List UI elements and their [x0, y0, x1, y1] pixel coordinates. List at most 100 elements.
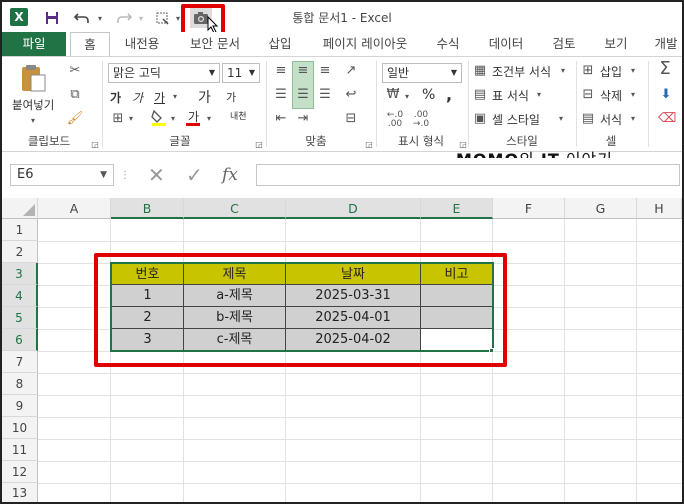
border-dropdown-icon[interactable]: ▾	[126, 111, 136, 127]
formula-input[interactable]	[256, 164, 680, 186]
cell-styles-icon[interactable]: ▣	[472, 111, 488, 127]
paste-dropdown-icon[interactable]: ▾	[28, 113, 38, 129]
format-as-table-button[interactable]: 표 서식	[492, 87, 529, 104]
grow-font-button[interactable]: 가	[198, 87, 211, 107]
increase-decimal-icon[interactable]: ←.0.00	[384, 111, 406, 129]
column-header-d[interactable]: D	[286, 198, 421, 219]
row-header-8[interactable]: 8	[2, 373, 38, 395]
row-header-4[interactable]: 4	[2, 285, 38, 307]
tab-developer[interactable]: 개발	[650, 32, 682, 56]
insert-function-icon[interactable]: fx	[222, 165, 238, 185]
column-header-a[interactable]: A	[38, 198, 111, 219]
font-launcher-icon[interactable]: ◲	[254, 137, 264, 153]
delete-dropdown-icon[interactable]: ▾	[628, 87, 638, 103]
row-header-13[interactable]: 13	[2, 483, 38, 502]
conditional-format-icon[interactable]: ▦	[472, 63, 488, 79]
font-color-dropdown-icon[interactable]: ▾	[204, 111, 214, 127]
column-header-g[interactable]: G	[565, 198, 637, 219]
cell-styles-dropdown-icon[interactable]: ▾	[556, 111, 566, 127]
format-cells-button[interactable]: 서식	[600, 111, 622, 128]
copy-icon[interactable]: ⧉	[66, 87, 84, 103]
tab-review[interactable]: 검토	[546, 32, 582, 56]
number-format-select[interactable]: 일반 ▼	[382, 63, 462, 83]
fill-color-dropdown-icon[interactable]: ▾	[168, 111, 178, 127]
cut-icon[interactable]: ✂	[66, 63, 84, 79]
percent-button[interactable]: %	[422, 87, 435, 103]
tab-data[interactable]: 데이터	[484, 32, 528, 56]
select-all-corner[interactable]	[2, 198, 38, 219]
italic-button[interactable]: 가	[132, 89, 143, 106]
delete-cells-icon[interactable]: ⊟	[580, 87, 596, 103]
insert-cells-button[interactable]: 삽입	[600, 63, 622, 80]
conditional-dropdown-icon[interactable]: ▾	[558, 63, 568, 79]
column-header-b[interactable]: B	[111, 198, 184, 219]
row-header-10[interactable]: 10	[2, 417, 38, 439]
fill-color-icon[interactable]	[150, 109, 168, 132]
orientation-icon[interactable]: ↗	[342, 63, 360, 79]
column-header-h[interactable]: H	[637, 198, 682, 219]
align-center-icon[interactable]: ☰	[294, 87, 312, 103]
row-header-5[interactable]: 5	[2, 307, 38, 329]
font-name-select[interactable]: 맑은 고딕 ▼	[108, 63, 220, 83]
tab-page-layout[interactable]: 페이지 레이아웃	[314, 32, 416, 56]
currency-icon[interactable]: ₩	[384, 87, 402, 103]
increase-indent-icon[interactable]: ⇥	[294, 111, 312, 127]
format-painter-icon[interactable]: 🖌	[66, 111, 84, 127]
cancel-icon[interactable]: ✕	[148, 163, 165, 187]
align-top-icon[interactable]: ≡	[272, 63, 290, 79]
font-size-select[interactable]: 11 ▼	[222, 63, 260, 83]
tab-formulas[interactable]: 수식	[430, 32, 466, 56]
delete-cells-button[interactable]: 삭제	[600, 87, 622, 104]
spreadsheet-grid[interactable]: A B C D E F G H 1 2 3 4 5 6 7 8 9 10 11 …	[2, 198, 682, 502]
comma-button[interactable]: ,	[446, 85, 452, 104]
table-dropdown-icon[interactable]: ▾	[534, 87, 544, 103]
format-dropdown-icon[interactable]: ▾	[628, 111, 638, 127]
shrink-font-button[interactable]: 가	[226, 89, 236, 105]
row-header-12[interactable]: 12	[2, 461, 38, 483]
column-header-f[interactable]: F	[493, 198, 565, 219]
tab-security[interactable]: 보안 문서	[182, 32, 248, 56]
align-left-icon[interactable]: ☰	[272, 87, 290, 103]
row-header-2[interactable]: 2	[2, 241, 38, 263]
border-icon[interactable]: ⊞	[110, 111, 126, 127]
insert-dropdown-icon[interactable]: ▾	[628, 63, 638, 79]
align-bottom-icon[interactable]: ≡	[316, 63, 334, 79]
bold-button[interactable]: 가	[110, 89, 121, 106]
clipboard-launcher-icon[interactable]: ◲	[90, 137, 100, 153]
autosum-icon[interactable]: Σ	[656, 60, 674, 78]
name-box[interactable]: E6 ▼	[10, 164, 114, 186]
insert-cells-icon[interactable]: ⊞	[580, 63, 596, 79]
align-middle-icon[interactable]: ≡	[294, 63, 312, 79]
fill-icon[interactable]: ⬇	[658, 87, 674, 103]
row-header-7[interactable]: 7	[2, 351, 38, 373]
decrease-decimal-icon[interactable]: .00 →.0	[410, 111, 432, 129]
underline-dropdown-icon[interactable]: ▾	[170, 89, 180, 105]
tab-view[interactable]: 보기	[598, 32, 634, 56]
column-header-e[interactable]: E	[421, 198, 493, 219]
row-header-1[interactable]: 1	[2, 219, 38, 241]
format-table-icon[interactable]: ▤	[472, 87, 488, 103]
row-header-9[interactable]: 9	[2, 395, 38, 417]
paste-icon[interactable]	[18, 63, 48, 93]
column-header-c[interactable]: C	[184, 198, 286, 219]
row-header-3[interactable]: 3	[2, 263, 38, 285]
align-right-icon[interactable]: ☰	[316, 87, 334, 103]
confirm-icon[interactable]: ✓	[186, 163, 203, 187]
tab-home[interactable]: 홈	[70, 32, 110, 56]
row-header-6[interactable]: 6	[2, 329, 38, 351]
ruby-button[interactable]: 내천	[230, 109, 247, 122]
paste-label[interactable]: 붙여넣기	[12, 97, 54, 113]
cell-styles-button[interactable]: 셀 스타일	[492, 111, 540, 128]
clear-icon[interactable]: ⌫	[658, 111, 676, 127]
currency-dropdown-icon[interactable]: ▾	[402, 89, 412, 105]
conditional-format-button[interactable]: 조건부 서식	[492, 63, 551, 80]
format-cells-icon[interactable]: ▤	[580, 111, 596, 127]
drag-handle-icon[interactable]: ⋮	[120, 168, 130, 184]
underline-button[interactable]: 가	[154, 89, 165, 106]
alignment-launcher-icon[interactable]: ◲	[364, 137, 374, 153]
font-color-icon[interactable]: 가	[184, 109, 202, 132]
tab-insert[interactable]: 삽입	[260, 32, 300, 56]
wrap-text-icon[interactable]: ↩	[342, 87, 360, 103]
row-header-11[interactable]: 11	[2, 439, 38, 461]
tab-insert-sub[interactable]: 내전용	[116, 32, 168, 56]
